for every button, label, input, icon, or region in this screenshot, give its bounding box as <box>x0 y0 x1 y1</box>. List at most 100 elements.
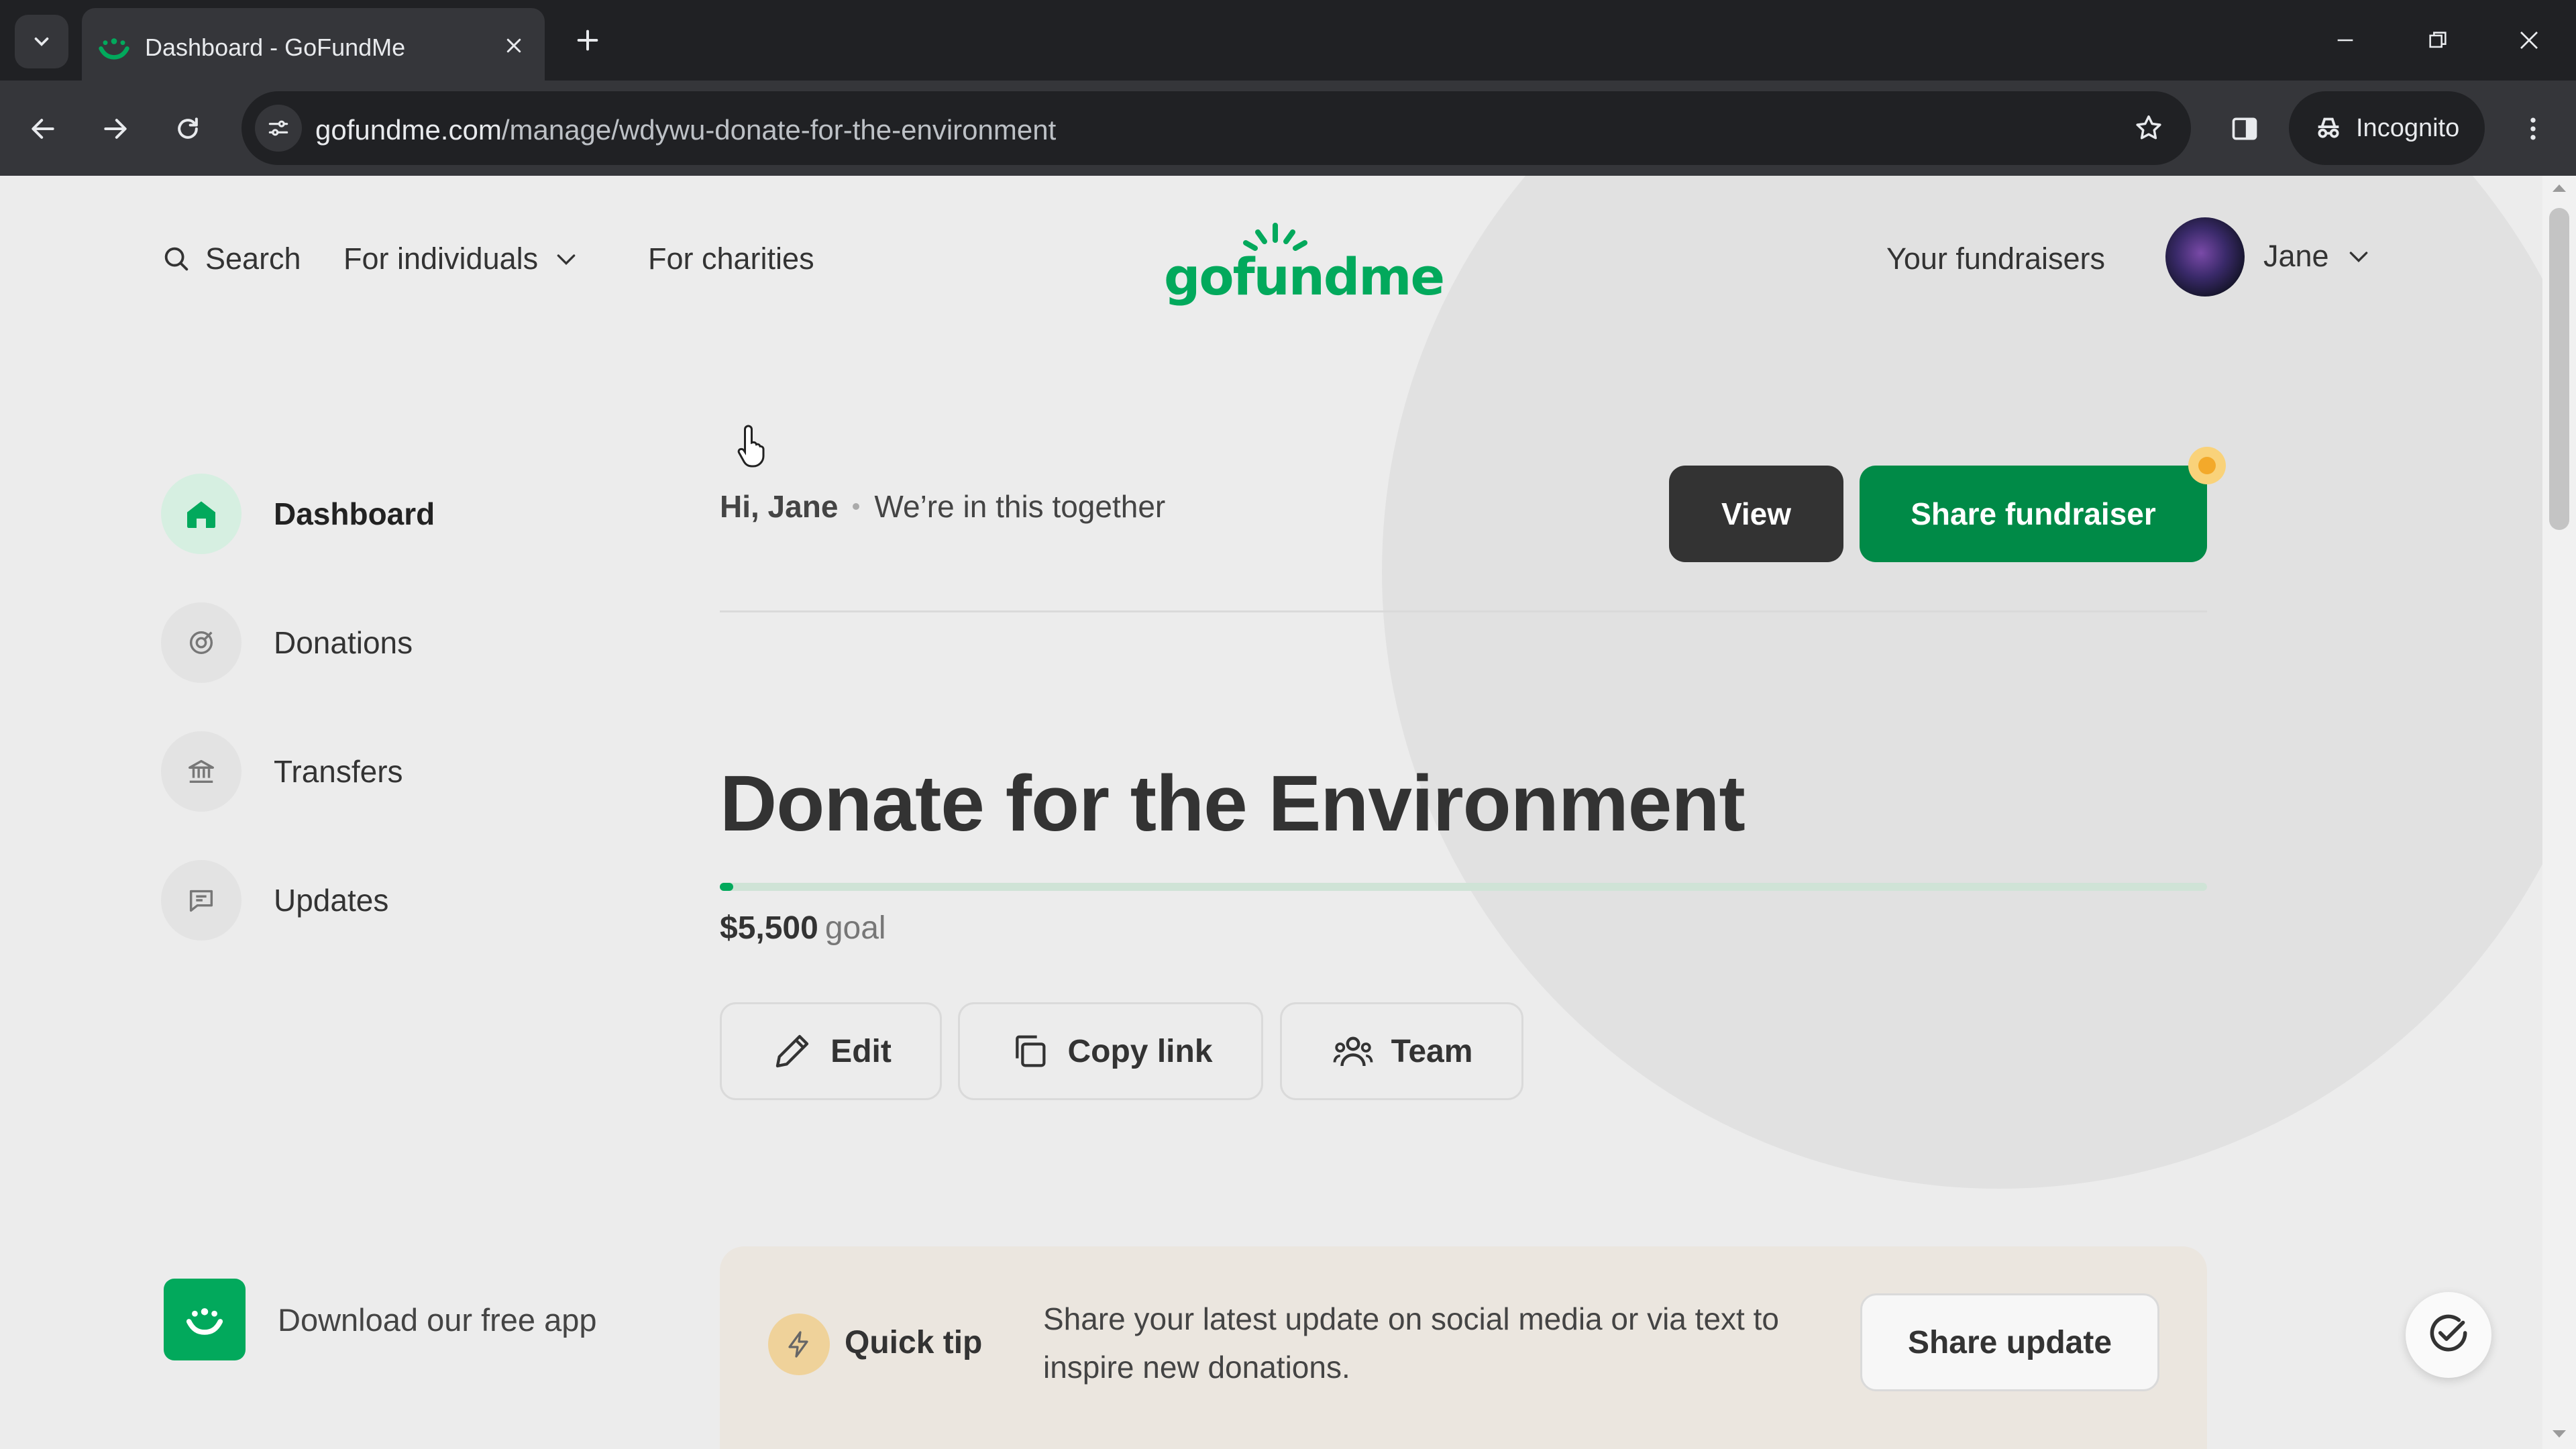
team-icon <box>1333 1036 1373 1067</box>
lightning-icon-badge <box>768 1313 830 1375</box>
help-button[interactable] <box>2406 1292 2491 1378</box>
view-button[interactable]: View <box>1669 466 1843 562</box>
minimize-icon <box>2337 39 2353 42</box>
donations-icon-badge <box>161 602 241 683</box>
app-logo-icon <box>186 1308 223 1335</box>
for-individuals-label: For individuals <box>343 241 539 276</box>
chevron-down-icon <box>2349 252 2367 263</box>
logo-text: gofundme <box>1164 247 1445 307</box>
sidebar-item-donations[interactable]: Donations <box>161 602 413 683</box>
user-menu-dropdown[interactable]: Jane <box>2263 239 2372 274</box>
close-icon <box>2520 32 2538 49</box>
quick-tip-card: Quick tip Share your latest update on so… <box>720 1246 2207 1449</box>
for-individuals-dropdown[interactable]: For individuals <box>343 241 580 276</box>
url-path: /manage/wdywu-donate-for-the-environment <box>501 114 1057 146</box>
hand-cursor-icon <box>737 425 765 468</box>
minimize-window-button[interactable] <box>2313 12 2377 68</box>
restore-window-button[interactable] <box>2406 12 2470 68</box>
separator-dot <box>853 503 860 510</box>
browser-toolbar: gofundme.com/manage/wdywu-donate-for-the… <box>0 80 2576 176</box>
background-decoration <box>1382 176 2542 1189</box>
header-divider <box>720 610 2207 612</box>
address-bar[interactable]: gofundme.com/manage/wdywu-donate-for-the… <box>241 91 2191 165</box>
copy-link-label: Copy link <box>1067 1033 1213 1069</box>
tab-close-button[interactable] <box>498 30 530 62</box>
incognito-icon <box>2318 117 2339 138</box>
close-window-button[interactable] <box>2497 12 2561 68</box>
more-vertical-icon <box>2530 117 2536 140</box>
close-icon <box>506 38 521 53</box>
page-scrollbar[interactable] <box>2542 176 2576 1449</box>
quick-tip-title: Quick tip <box>845 1325 983 1360</box>
your-fundraisers-label: Your fundraisers <box>1886 241 2106 276</box>
bank-icon-badge <box>161 731 241 812</box>
star-icon <box>2136 115 2161 140</box>
gofundme-favicon-icon <box>99 38 129 60</box>
url-text: gofundme.com/manage/wdywu-donate-for-the… <box>315 114 1056 146</box>
gofundme-logo[interactable]: gofundme <box>1164 223 1445 307</box>
search-link[interactable]: Search <box>161 241 301 276</box>
team-button[interactable]: Team <box>1280 1002 1523 1100</box>
back-button[interactable] <box>19 105 67 153</box>
share-fundraiser-button[interactable]: Share fundraiser <box>1860 466 2207 562</box>
fundraiser-title: Donate for the Environment <box>720 759 1746 848</box>
sidebar-label-donations: Donations <box>274 625 413 660</box>
arrow-right-icon <box>104 119 127 139</box>
forward-button[interactable] <box>91 105 140 153</box>
sidebar-label-dashboard: Dashboard <box>274 496 435 531</box>
sidebar-item-updates[interactable]: Updates <box>161 860 388 941</box>
greeting-text: Hi, Jane <box>720 489 839 524</box>
scroll-up-arrow-icon[interactable] <box>2551 181 2568 195</box>
sidebar-item-transfers[interactable]: Transfers <box>161 731 403 812</box>
home-icon <box>187 501 215 528</box>
copy-icon <box>1016 1035 1046 1067</box>
goal-label: goal <box>824 910 886 946</box>
page-content: Search For individuals For charities gof… <box>0 176 2542 1449</box>
bookmark-button[interactable] <box>2127 106 2171 150</box>
download-app-link[interactable]: Download our free app <box>164 1279 597 1360</box>
side-panel-button[interactable] <box>2220 105 2269 153</box>
edit-label: Edit <box>830 1033 892 1069</box>
browser-menu-button[interactable] <box>2509 105 2557 153</box>
donations-icon <box>189 631 213 655</box>
notification-dot <box>2188 447 2226 484</box>
team-label: Team <box>1391 1033 1473 1069</box>
goal-progress-fill <box>720 883 733 891</box>
download-app-label: Download our free app <box>278 1301 597 1338</box>
sidebar-label-transfers: Transfers <box>274 754 403 789</box>
user-avatar[interactable] <box>2165 217 2245 297</box>
copy-link-button[interactable]: Copy link <box>958 1002 1263 1100</box>
lightning-icon <box>788 1331 808 1358</box>
tab-search-button[interactable] <box>15 15 68 68</box>
your-fundraisers-link[interactable]: Your fundraisers <box>1886 241 2105 276</box>
tune-icon <box>268 120 288 136</box>
pencil-icon <box>775 1034 809 1068</box>
sidebar-item-dashboard[interactable]: Dashboard <box>161 474 435 554</box>
incognito-indicator[interactable]: Incognito <box>2289 91 2485 165</box>
reload-button[interactable] <box>164 105 212 153</box>
share-update-button[interactable]: Share update <box>1860 1293 2159 1391</box>
incognito-label: Incognito <box>2356 113 2460 142</box>
new-tab-button[interactable] <box>568 20 608 60</box>
for-charities-link[interactable]: For charities <box>648 241 814 276</box>
reload-icon <box>178 117 198 139</box>
home-icon-badge <box>161 474 241 554</box>
tagline-text: We’re in this together <box>874 489 1166 524</box>
scroll-down-arrow-icon[interactable] <box>2551 1428 2568 1441</box>
restore-icon <box>2429 32 2447 48</box>
browser-tab-active[interactable]: Dashboard - GoFundMe <box>82 8 545 80</box>
message-icon-badge <box>161 860 241 941</box>
url-host: gofundme.com <box>315 114 502 146</box>
quick-tip-text: Share your latest update on social media… <box>1043 1301 1779 1385</box>
help-heart-icon <box>2430 1314 2467 1352</box>
edit-button[interactable]: Edit <box>720 1002 942 1100</box>
site-info-button[interactable] <box>255 105 302 152</box>
tab-title: Dashboard - GoFundMe <box>145 34 406 61</box>
for-charities-label: For charities <box>648 241 814 276</box>
search-icon <box>164 247 189 271</box>
sidebar-label-updates: Updates <box>274 883 389 918</box>
goal-amount: $5,500 <box>720 910 818 946</box>
scrollbar-thumb[interactable] <box>2549 208 2569 530</box>
user-name: Jane <box>2263 239 2329 273</box>
goal-text: $5,500 goal <box>720 910 886 947</box>
